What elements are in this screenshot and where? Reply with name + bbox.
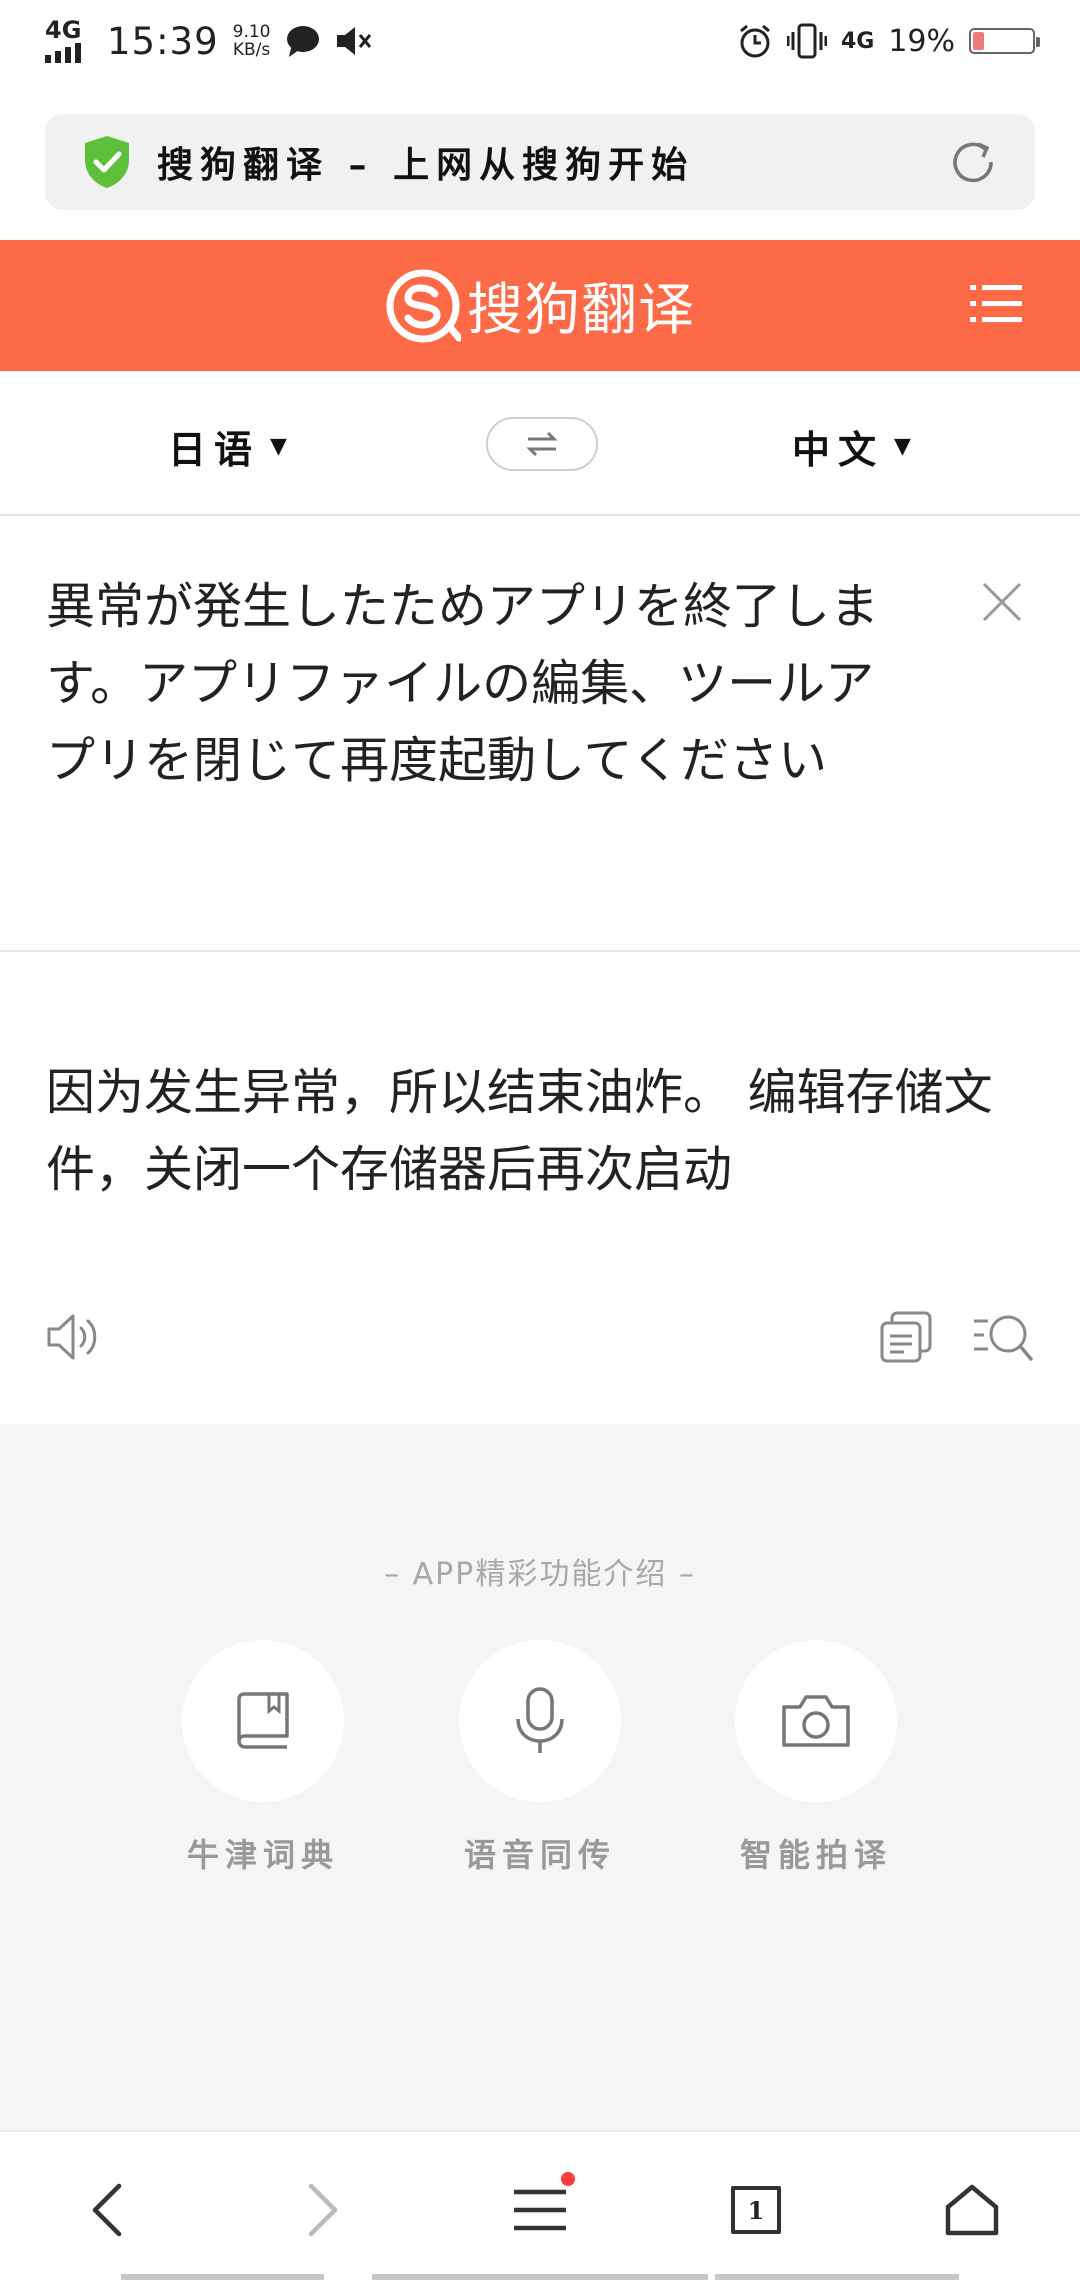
vibrate-icon [786, 23, 827, 59]
status-bar: 4G 15:39 9.10 KB/s 4G 19% [0, 0, 1080, 82]
feature-label: 牛津词典 [186, 1836, 339, 1874]
gesture-bar-center[interactable] [372, 2274, 708, 2280]
address-bar[interactable]: 搜狗翻译 – 上网从搜狗开始 [45, 114, 1035, 210]
network-speed-value: 9.10 [232, 22, 271, 42]
language-bar: 日语 ▼ 中文 ▼ [0, 371, 1080, 516]
secure-shield-icon [85, 136, 129, 188]
app-features-section: – APP精彩功能介绍 – 牛津词典 语音同传 智能拍译 [0, 1424, 1080, 2130]
hamburger-icon [514, 2189, 566, 2231]
camera-icon [782, 1695, 850, 1747]
book-icon [237, 1692, 289, 1749]
clear-icon[interactable] [980, 580, 1024, 624]
translation-result: 因为发生异常，所以结束油炸。 编辑存储文件，关闭一个存储器后再次启动 [0, 954, 1080, 1424]
status-bar-right: 4G 19% [737, 22, 1040, 60]
refresh-icon[interactable] [947, 136, 999, 188]
feature-circle [182, 1640, 344, 1802]
tab-count-icon: 1 [731, 2186, 781, 2234]
gesture-bar-right[interactable] [715, 2274, 959, 2280]
forward-button[interactable] [278, 2174, 368, 2246]
caret-down-icon: ▼ [270, 434, 295, 459]
list-menu-icon[interactable] [970, 282, 1022, 326]
message-icon [286, 26, 319, 57]
page: 4G 15:39 9.10 KB/s 4G 19% 搜狗翻译 – 上网从搜狗开始… [0, 0, 1080, 2280]
network-speed-unit: KB/s [232, 40, 271, 60]
source-text-area[interactable]: 異常が発生したためアプリを終了します。アプリファイルの編集、ツールアプリを閉じて… [0, 518, 1080, 952]
logo-title: 搜狗翻译 [467, 278, 695, 343]
battery-fill [973, 32, 985, 50]
swap-languages-button[interactable] [486, 417, 598, 471]
sogou-s-icon [386, 269, 461, 342]
network-type: 4G [45, 16, 82, 44]
caret-down-icon: ▼ [894, 434, 919, 459]
signal-icon: 4G [45, 16, 93, 63]
features-title: – APP精彩功能介绍 – [384, 1557, 696, 1592]
feature-oxford-dictionary[interactable]: 牛津词典 [153, 1640, 373, 1876]
network-speed: 9.10 KB/s [233, 23, 271, 59]
tab-count: 1 [747, 2195, 765, 2225]
source-language-select[interactable]: 日语 ▼ [168, 419, 295, 474]
swap-icon [526, 431, 558, 457]
target-language-select[interactable]: 中文 ▼ [792, 419, 919, 474]
signal-bars-icon [45, 43, 81, 63]
result-text: 因为发生异常，所以结束油炸。 编辑存储文件，关闭一个存储器后再次启动 [46, 1064, 993, 1198]
back-arrow-icon [92, 2183, 122, 2237]
menu-button[interactable] [495, 2172, 585, 2246]
status-bar-left: 4G 15:39 9.10 KB/s [45, 16, 373, 63]
browser-bottom-nav: 1 [0, 2130, 1080, 2280]
feature-photo-translate[interactable]: 智能拍译 [706, 1640, 926, 1876]
home-icon [945, 2184, 999, 2236]
battery-icon [969, 28, 1040, 54]
sogou-logo[interactable]: 搜狗翻译 [385, 265, 695, 346]
feature-circle [459, 1640, 621, 1802]
network-type-right: 4G [840, 28, 875, 54]
page-title: 搜狗翻译 – 上网从搜狗开始 [157, 144, 695, 186]
source-text[interactable]: 異常が発生したためアプリを終了します。アプリファイルの編集、ツールアプリを閉じて… [46, 568, 916, 799]
speaker-icon[interactable] [46, 1309, 106, 1365]
gesture-bar-left[interactable] [121, 2274, 324, 2280]
target-language-label: 中文 [792, 428, 885, 472]
forward-arrow-icon [308, 2183, 338, 2237]
feature-label: 语音同传 [463, 1836, 616, 1874]
app-header: 搜狗翻译 [0, 240, 1080, 371]
clock: 15:39 [107, 19, 219, 63]
battery-percent: 19% [888, 23, 955, 59]
tabs-button[interactable]: 1 [711, 2174, 801, 2246]
copy-icon[interactable] [878, 1309, 934, 1365]
source-language-label: 日语 [168, 428, 261, 472]
mute-icon [336, 27, 371, 55]
feature-voice-interpretation[interactable]: 语音同传 [430, 1640, 650, 1876]
notification-dot [561, 2172, 575, 2186]
back-button[interactable] [62, 2174, 152, 2246]
feature-label: 智能拍译 [739, 1836, 892, 1874]
microphone-icon [516, 1687, 564, 1753]
search-detail-icon[interactable] [972, 1309, 1034, 1365]
alarm-icon [739, 24, 770, 58]
feature-circle [735, 1640, 897, 1802]
home-button[interactable] [927, 2174, 1017, 2246]
